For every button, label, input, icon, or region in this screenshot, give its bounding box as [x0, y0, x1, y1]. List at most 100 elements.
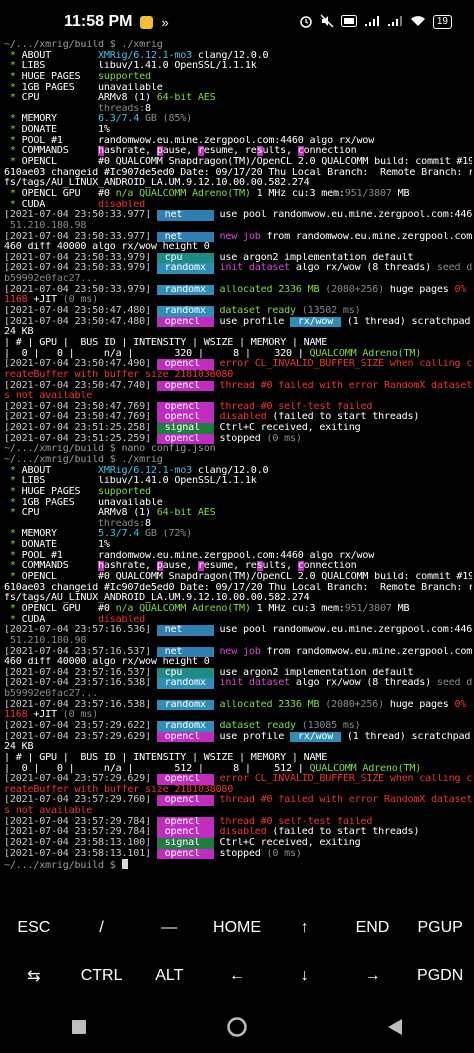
terminal-line: | # | GPU | BUS ID | INTENSITY | WSIZE |… — [4, 338, 472, 349]
terminal-text: seed d18 — [436, 678, 472, 689]
terminal-text: HUGE PAGES — [21, 486, 98, 497]
terminal-text: 0% 0/ — [454, 699, 467, 710]
terminal-text: XMRig/6.12.1-mo3 — [98, 50, 198, 61]
terminal-line: [2021-07-04 23:58:13.100] signal Ctrl+C … — [4, 838, 472, 849]
extra-key[interactable]: HOME — [203, 919, 271, 937]
terminal-text: ~/.../xmrig/build $ ./xmrig — [4, 40, 163, 50]
terminal-line: [2021-07-04 23:50:47.490] opencl error C… — [4, 359, 472, 370]
terminal-text: [2021-07-04 23:50:33.977] — [4, 210, 157, 221]
terminal-text: onnection — [303, 146, 357, 157]
terminal-text: MB — [391, 188, 410, 199]
terminal-line: [2021-07-04 23:57:16.537] net new job fr… — [4, 646, 472, 658]
terminal-line: 51.210.180.98 — [4, 636, 472, 647]
terminal-line: * HUGE PAGES supported — [4, 72, 472, 83]
terminal-line: [2021-07-04 23:50:33.979] cpu use argon2… — [4, 252, 472, 264]
extra-key[interactable]: / — [68, 919, 136, 937]
recents-button[interactable] — [59, 1009, 99, 1049]
terminal-line: 610ae03 changeid #Ic907de5ed0 Date: 09/1… — [4, 168, 472, 179]
terminal-text: 1GB PAGES — [21, 497, 98, 508]
terminal-text: [2021-07-04 23:58:13.100] — [4, 838, 157, 849]
terminal-text: [2021-07-04 23:57:29.784] — [4, 827, 157, 838]
terminal-line: * POOL #1 randomwow.eu.mine.zergpool.com… — [4, 551, 472, 562]
back-icon — [387, 1018, 403, 1040]
extra-key[interactable]: END — [339, 919, 407, 937]
app-notification-icon — [140, 15, 154, 29]
log-tag: cpu — [156, 667, 214, 679]
terminal-text: 24 KB — [4, 742, 34, 753]
log-tag: rx/wow — [290, 731, 341, 743]
home-button[interactable] — [217, 1009, 257, 1049]
terminal-text: supported — [98, 71, 151, 82]
terminal-line: [2021-07-04 23:57:16.537] cpu use argon2… — [4, 667, 472, 679]
log-tag: opencl — [156, 316, 214, 328]
extra-key[interactable]: PGDN — [406, 967, 474, 985]
extra-key[interactable]: ALT — [135, 967, 203, 985]
terminal-text: reateBuffer with buffer size 2181038080 — [4, 784, 234, 795]
extra-key[interactable]: — — [135, 919, 203, 937]
extra-key[interactable]: ⇆ — [0, 966, 68, 986]
terminal-text: esume, re — [203, 561, 257, 572]
log-tag: randomx — [156, 678, 214, 690]
terminal-text: ults, — [262, 146, 298, 157]
navigation-bar — [0, 1004, 474, 1053]
terminal-text: 51.210.180.98 — [4, 635, 87, 646]
terminal-line: 1168 +JIT (0 ms) — [4, 710, 472, 721]
log-tag: opencl — [156, 731, 214, 743]
terminal-text: +JIT — [33, 710, 63, 721]
terminal-line: [2021-07-04 23:57:29.629] opencl use pro… — [4, 731, 472, 743]
terminal-text: onnection — [303, 561, 357, 572]
terminal-text: 460 diff 40000 algo rx/wow height 0 — [4, 657, 210, 668]
terminal-text: error CL_INVALID_BUFFER_SIZE when callin… — [213, 359, 472, 370]
terminal-line: [2021-07-04 23:50:33.979] randomx alloca… — [4, 284, 472, 296]
terminal-text: use argon2 implementation — [213, 252, 373, 263]
terminal-text: 51.210.180.98 — [4, 220, 87, 231]
status-right: 19 — [299, 14, 452, 31]
terminal-text: from randomwow.eu.mine.zergpool.com:4 — [260, 231, 472, 242]
terminal-text: LIBS — [21, 61, 98, 72]
terminal-line: threads:8 — [4, 104, 472, 115]
terminal-text: #0 — [98, 188, 116, 199]
terminal-text: | # | GPU | BUS ID | INTENSITY | WSIZE |… — [4, 752, 328, 763]
terminal-text: QUALCOMM Adreno(TM) — [309, 763, 422, 774]
terminal-line: 51.210.180.98 — [4, 221, 472, 232]
extra-key[interactable]: ← — [203, 967, 271, 985]
terminal-text: [2021-07-04 23:57:29.784] — [4, 816, 157, 827]
terminal-text: ABOUT — [21, 50, 98, 61]
extra-key[interactable]: → — [339, 967, 407, 985]
terminal-line: b59992e0fac27... — [4, 274, 472, 285]
log-tag: opencl — [156, 816, 214, 828]
terminal-text: XMRig/6.12.1-mo3 — [98, 465, 198, 476]
terminal-text: * — [4, 561, 22, 572]
terminal-text: s not available — [4, 391, 93, 402]
log-tag: signal — [156, 838, 214, 849]
extra-key[interactable]: ↑ — [271, 919, 339, 937]
volte-icon — [340, 14, 357, 30]
terminal-text: [2021-07-04 23:50:47.769] — [4, 412, 157, 423]
extra-key[interactable]: ↓ — [271, 967, 339, 985]
terminal-line: [2021-07-04 23:57:29.760] opencl thread … — [4, 795, 472, 807]
terminal-text: disabled — [98, 199, 145, 210]
terminal-text: ashrate, — [103, 561, 157, 572]
extra-key[interactable]: PGUP — [406, 919, 474, 937]
wifi-icon — [410, 15, 426, 30]
back-button[interactable] — [375, 1009, 415, 1049]
terminal-text: 24 KB — [4, 327, 34, 338]
terminal-output[interactable]: ~/.../xmrig/build $ ./xmrig * ABOUT XMRi… — [4, 40, 472, 893]
terminal-line: * CUDA disabled — [4, 200, 472, 211]
terminal-line: ~/.../xmrig/build $ ./xmrig — [4, 455, 472, 466]
terminal-text: * — [4, 465, 22, 476]
log-tag: opencl — [156, 827, 214, 839]
terminal-line: [2021-07-04 23:50:33.977] net use pool r… — [4, 210, 472, 221]
terminal-line: [2021-07-04 23:50:33.977] net new job fr… — [4, 231, 472, 243]
extra-key[interactable]: ESC — [0, 919, 68, 937]
log-tag: randomx — [156, 306, 214, 317]
terminal-text: b59992e0fac27... — [4, 689, 98, 700]
terminal-line: * HUGE PAGES supported — [4, 487, 472, 498]
signal-2-icon — [387, 15, 403, 30]
extra-key[interactable]: CTRL — [68, 967, 136, 985]
terminal-text: OPENCL — [21, 157, 98, 168]
terminal-text: thread #0 self-test failed — [213, 401, 373, 412]
terminal-line: * POOL #1 randomwow.eu.mine.zergpool.com… — [4, 136, 472, 147]
terminal-text: threads: — [4, 518, 145, 529]
terminal-text: ~/.../xmrig/build $ ./xmrig — [4, 454, 163, 465]
